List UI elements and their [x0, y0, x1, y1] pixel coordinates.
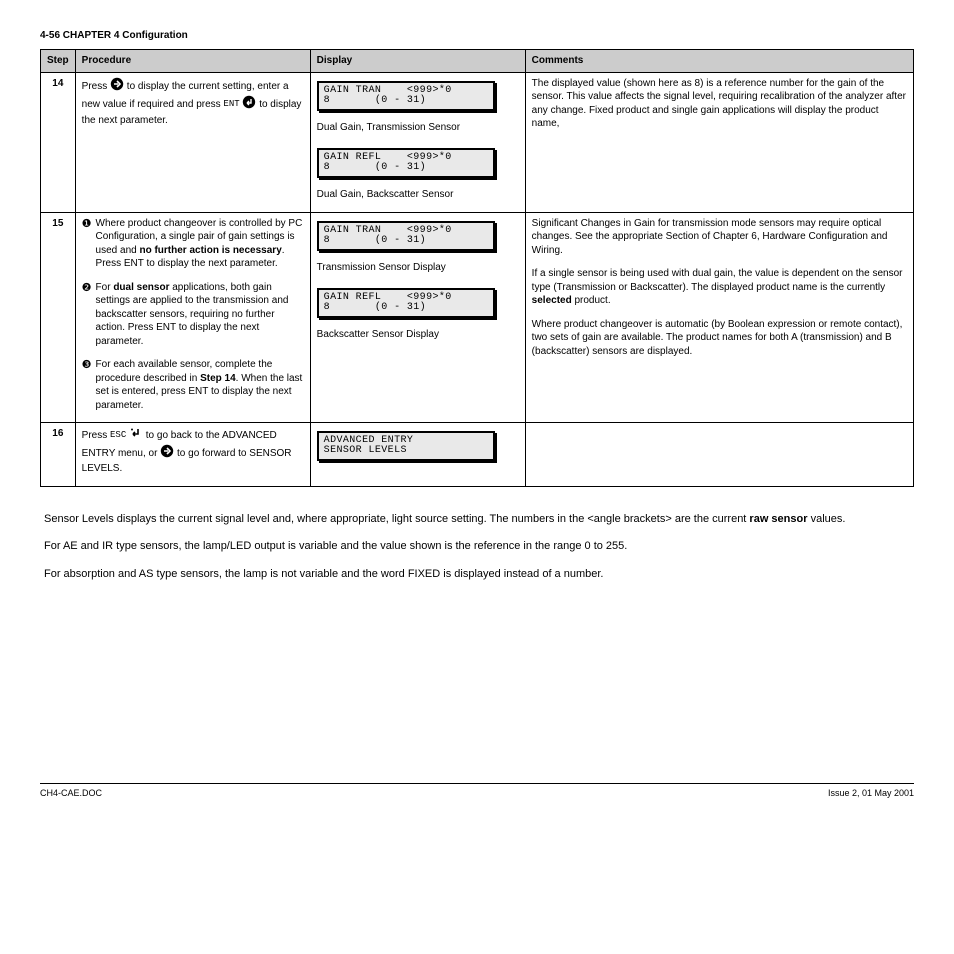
lcd-display: GAIN TRAN <999>*08 (0 - 31) [317, 221, 495, 251]
comments-cell: The displayed value (shown here as 8) is… [525, 72, 913, 212]
step-number: 16 [41, 423, 76, 487]
lcd-caption: Dual Gain, Transmission Sensor [317, 121, 519, 135]
lcd-display: GAIN TRAN <999>*08 (0 - 31) [317, 81, 495, 111]
col-header-comments: Comments [525, 50, 913, 73]
comments-cell: Significant Changes in Gain for transmis… [525, 212, 913, 423]
lcd-display: GAIN REFL <999>*08 (0 - 31) [317, 148, 495, 178]
procedure-cell: ❶ Where product changeover is controlled… [75, 212, 310, 423]
footer-left: CH4-CAE.DOC [40, 788, 102, 798]
display-cell: ADVANCED ENTRYSENSOR LEVELS [310, 423, 525, 487]
page-footer: CH4-CAE.DOC Issue 2, 01 May 2001 [40, 783, 914, 798]
lcd-caption: Backscatter Sensor Display [317, 328, 519, 342]
display-cell: GAIN TRAN <999>*08 (0 - 31) Dual Gain, T… [310, 72, 525, 212]
procedure-table: Step Procedure Display Comments 14 Press… [40, 49, 914, 487]
body-paragraph: For AE and IR type sensors, the lamp/LED… [44, 539, 910, 555]
bullet-three-icon: ❸ [82, 358, 92, 412]
procedure-cell: Press to display the current setting, en… [75, 72, 310, 212]
step-number: 14 [41, 72, 76, 212]
col-header-procedure: Procedure [75, 50, 310, 73]
procedure-cell: Press ESC to go back to the ADVANCED ENT… [75, 423, 310, 487]
right-arrow-icon [110, 77, 124, 96]
lcd-caption: Dual Gain, Backscatter Sensor [317, 188, 519, 202]
footer-right: Issue 2, 01 May 2001 [828, 788, 914, 798]
display-cell: GAIN TRAN <999>*08 (0 - 31) Transmission… [310, 212, 525, 423]
right-arrow-icon [160, 444, 174, 463]
lcd-display: ADVANCED ENTRYSENSOR LEVELS [317, 431, 495, 461]
lcd-display: GAIN REFL <999>*08 (0 - 31) [317, 288, 495, 318]
ent-label: ENT [223, 98, 239, 110]
body-paragraph: Sensor Levels displays the current signa… [44, 512, 910, 528]
col-header-step: Step [41, 50, 76, 73]
bullet-one-icon: ❶ [82, 217, 92, 271]
bullet-two-icon: ❷ [82, 281, 92, 349]
comments-cell [525, 423, 913, 487]
enter-icon [242, 95, 256, 114]
col-header-display: Display [310, 50, 525, 73]
table-row: 15 ❶ Where product changeover is control… [41, 212, 914, 423]
table-row: 14 Press to display the current setting,… [41, 72, 914, 212]
step-number: 15 [41, 212, 76, 423]
lcd-caption: Transmission Sensor Display [317, 261, 519, 275]
table-row: 16 Press ESC to go back to the ADVANCED … [41, 423, 914, 487]
body-paragraph: For absorption and AS type sensors, the … [44, 567, 910, 583]
page-header: 4-56 CHAPTER 4 Configuration [40, 30, 914, 41]
esc-icon [129, 427, 143, 444]
esc-label: ESC [110, 429, 126, 441]
